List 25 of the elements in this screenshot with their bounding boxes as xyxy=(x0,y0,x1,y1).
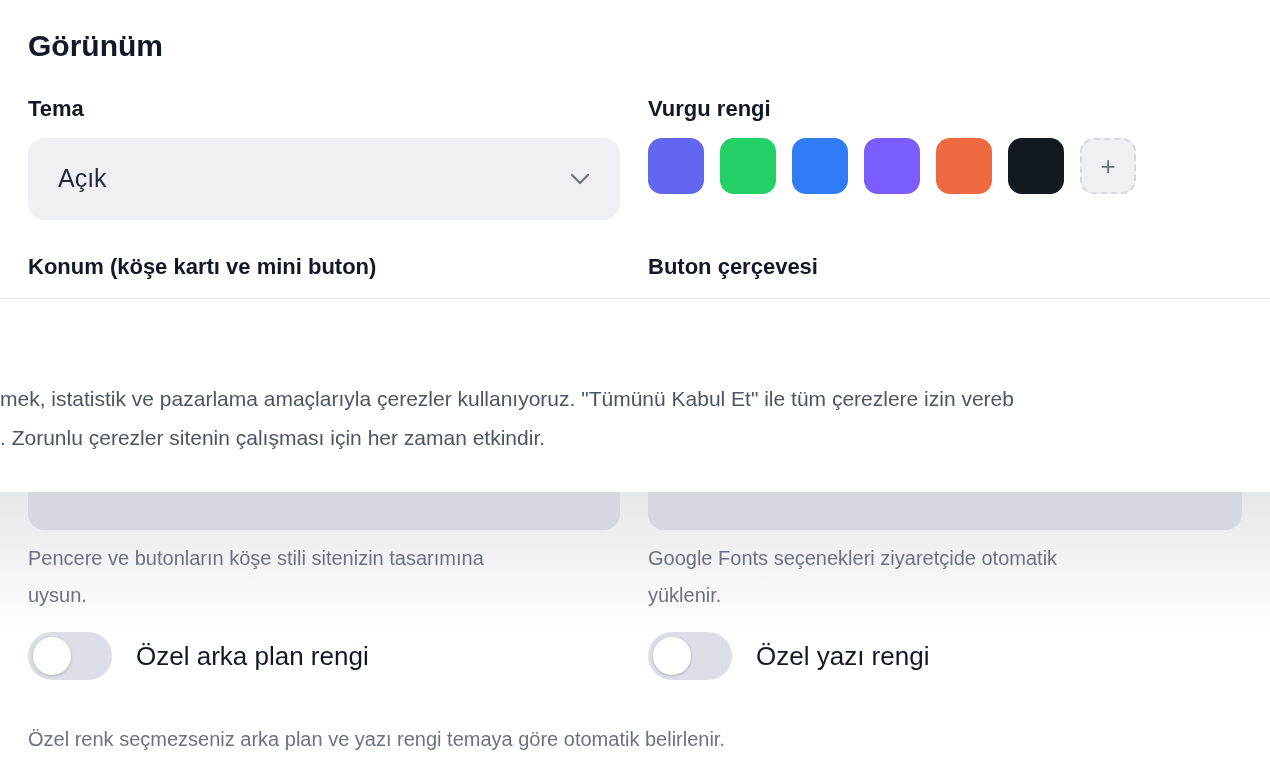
color-swatch[interactable] xyxy=(792,138,848,194)
field-label: Konum (köşe kartı ve mini buton) xyxy=(28,253,378,281)
section-title: Görünüm xyxy=(28,28,164,64)
select-field[interactable] xyxy=(28,492,620,530)
chevron-down-icon xyxy=(570,173,590,185)
cookie-text: mek, istatistik ve pazarlama amaçlarıyla çerezler kullanıyoruz. "Tümünü Kabul Et" ile tüm çerezlere izin vereb xyxy=(0,386,1015,412)
toggle-switch[interactable] xyxy=(648,632,732,680)
color-swatch[interactable] xyxy=(864,138,920,194)
color-swatch[interactable] xyxy=(1008,138,1064,194)
field-label: Vurgu rengi xyxy=(648,95,772,123)
color-swatch[interactable] xyxy=(936,138,992,194)
color-swatch[interactable] xyxy=(648,138,704,194)
color-swatch[interactable] xyxy=(720,138,776,194)
theme-select[interactable]: Açık xyxy=(28,138,620,220)
add-color-button[interactable]: + xyxy=(1080,138,1136,194)
toggle-switch[interactable] xyxy=(28,632,112,680)
help-text: Google Fonts seçenekleri ziyaretçide otomatik yüklenir. xyxy=(648,546,1059,608)
toggle-label: Özel yazı rengi xyxy=(756,639,930,673)
help-text: Pencere ve butonların köşe stili sitenizin tasarımına uysun. xyxy=(28,546,485,608)
cookie-text: . Zorunlu çerezler sitenin çalışması için her zaman etkindir. xyxy=(0,425,547,451)
select-field[interactable] xyxy=(648,492,1242,530)
toggle-label: Özel arka plan rengi xyxy=(136,639,369,673)
field-label: Tema xyxy=(28,95,85,123)
note-text: Özel renk seçmezseniz arka plan ve yazı rengi temaya göre otomatik belirlenir. xyxy=(28,727,726,752)
field-label: Buton çerçevesi xyxy=(648,253,819,281)
